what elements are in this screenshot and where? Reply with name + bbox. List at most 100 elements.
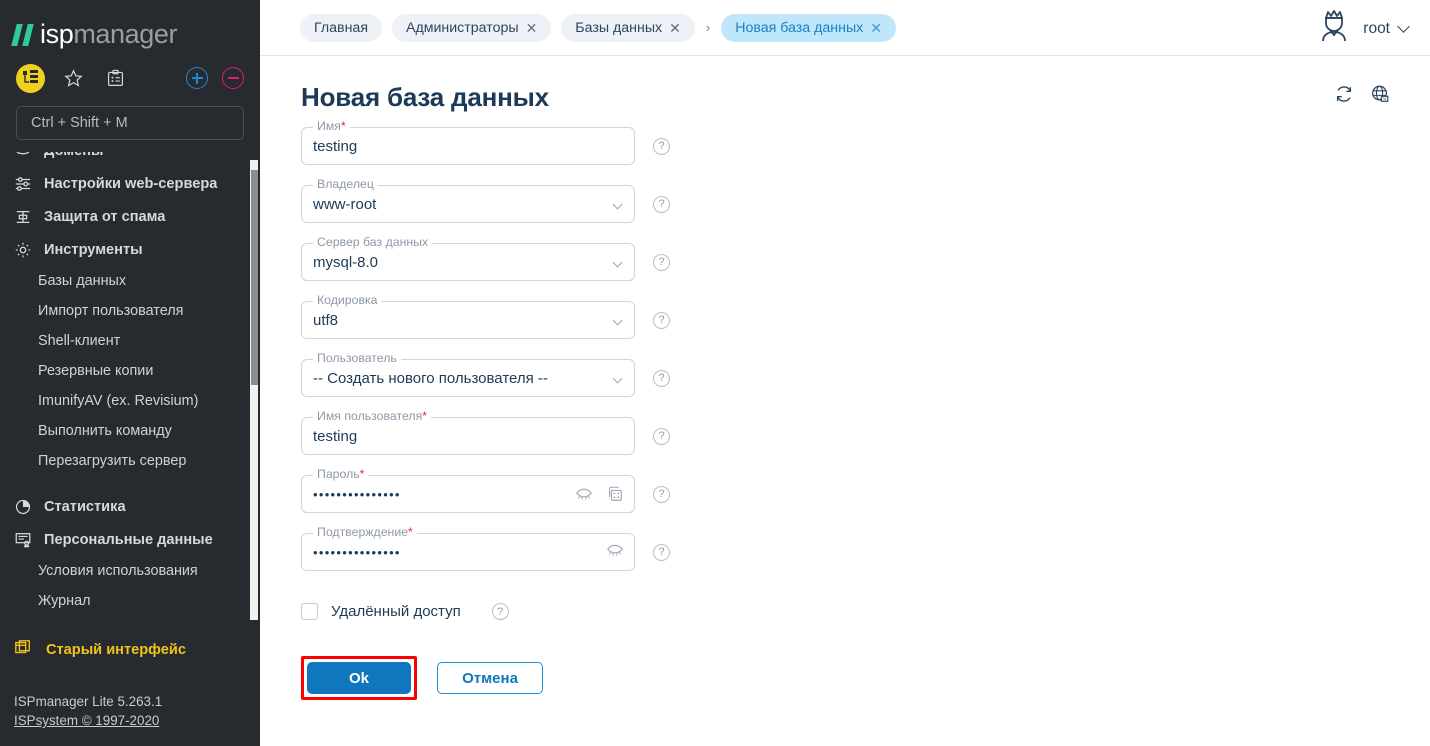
help-icon[interactable]: ? <box>653 137 670 155</box>
help-icon[interactable]: ? <box>653 543 670 561</box>
field-value: testing <box>313 137 358 155</box>
confirm-password-field[interactable]: Подтверждение* ••••••••••••••• <box>301 525 635 571</box>
sidebar-item-reboot-server[interactable]: Перезагрузить сервер <box>0 446 260 476</box>
gear-icon <box>14 241 44 259</box>
breadcrumb-label: Администраторы <box>406 19 519 36</box>
field-row-confirm-password: Подтверждение* ••••••••••••••• ? <box>301 525 1430 571</box>
sidebar-item-web-server-settings[interactable]: Настройки web-сервера <box>0 167 260 200</box>
ok-button[interactable]: Ok <box>307 662 411 694</box>
field-row-username: Имя пользователя* testing ? <box>301 409 1430 455</box>
logo-text-manager: manager <box>73 18 178 49</box>
chevron-down-icon <box>612 373 623 384</box>
field-row-db-server: Сервер баз данных mysql-8.0 ? <box>301 235 1430 281</box>
breadcrumb-tab-databases[interactable]: Базы данных ✕ <box>561 13 695 42</box>
field-row-owner: Владелец www-root ? <box>301 177 1430 223</box>
field-label: Имя* <box>313 119 350 133</box>
password-field[interactable]: Пароль* ••••••••••••••• <box>301 467 635 513</box>
sidebar: isp manager Ctrl + Shift + M Настройки w… <box>0 0 260 746</box>
spam-shield-icon <box>14 208 44 226</box>
sidebar-item-imunifyav[interactable]: ImunifyAV (ex. Revisium) <box>0 386 260 416</box>
breadcrumb-tab-home[interactable]: Главная <box>300 13 382 42</box>
sidebar-item-backups[interactable]: Резервные копии <box>0 356 260 386</box>
field-value: mysql-8.0 <box>313 253 379 271</box>
sidebar-item-run-command[interactable]: Выполнить команду <box>0 416 260 446</box>
search-placeholder: Ctrl + Shift + M <box>31 115 128 131</box>
remote-access-checkbox[interactable] <box>301 603 318 620</box>
chevron-down-icon <box>612 199 623 210</box>
sidebar-item-personal-data[interactable]: Персональные данные <box>0 523 260 556</box>
sidebar-item-domains[interactable]: Домены <box>0 152 260 167</box>
sidebar-label: Журнал <box>38 593 91 609</box>
page-header-actions: ru <box>1334 84 1390 109</box>
sidebar-item-shell-client[interactable]: Shell-клиент <box>0 326 260 356</box>
minus-icon[interactable] <box>222 67 244 89</box>
app-logo[interactable]: isp manager <box>0 0 260 52</box>
star-icon[interactable] <box>59 64 87 92</box>
help-icon[interactable]: ? <box>653 369 670 387</box>
sidebar-label: Инструменты <box>44 241 143 258</box>
help-icon[interactable]: ? <box>653 311 670 329</box>
sidebar-item-terms-of-use[interactable]: Условия использования <box>0 556 260 586</box>
field-value: ••••••••••••••• <box>313 486 401 502</box>
chevron-down-icon <box>612 257 623 268</box>
sliders-icon <box>14 175 44 193</box>
window-switch-icon <box>14 639 32 662</box>
name-field[interactable]: Имя* testing <box>301 119 635 165</box>
globe-icon[interactable]: ru <box>1370 84 1390 109</box>
user-menu[interactable]: root <box>1314 6 1410 51</box>
field-label: Пользователь <box>313 351 401 365</box>
generate-password-icon[interactable] <box>606 485 624 503</box>
field-label: Пароль* <box>313 467 369 481</box>
copyright-link[interactable]: ISPsystem © 1997-2020 <box>14 713 159 728</box>
help-icon[interactable]: ? <box>653 195 670 213</box>
help-icon[interactable]: ? <box>653 485 670 503</box>
sidebar-label: ImunifyAV (ex. Revisium) <box>38 393 199 409</box>
breadcrumb-tab-new-database[interactable]: Новая база данных ✕ <box>721 13 896 42</box>
owner-select[interactable]: Владелец www-root <box>301 177 635 223</box>
user-name: root <box>1363 19 1390 37</box>
avatar <box>1314 6 1354 51</box>
db-server-select[interactable]: Сервер баз данных mysql-8.0 <box>301 235 635 281</box>
field-value: -- Создать нового пользователя -- <box>313 369 548 387</box>
search-input[interactable]: Ctrl + Shift + M <box>16 106 244 140</box>
sidebar-scrollbar-thumb[interactable] <box>251 170 258 385</box>
topbar: Главная Администраторы ✕ Базы данных ✕ ›… <box>260 0 1430 56</box>
sidebar-item-tools[interactable]: Инструменты <box>0 233 260 266</box>
old-interface-label: Старый интерфейс <box>46 642 186 658</box>
close-icon[interactable]: ✕ <box>669 21 681 35</box>
cancel-button[interactable]: Отмена <box>437 662 543 694</box>
page-content: Новая база данных ru Имя* testing ? Влад… <box>260 56 1430 700</box>
sidebar-label: Условия использования <box>38 563 198 579</box>
sidebar-item-statistics[interactable]: Статистика <box>0 490 260 523</box>
charset-select[interactable]: Кодировка utf8 <box>301 293 635 339</box>
close-icon[interactable]: ✕ <box>526 21 538 35</box>
field-row-name: Имя* testing ? <box>301 119 1430 165</box>
eye-icon[interactable] <box>606 543 624 557</box>
help-icon[interactable]: ? <box>653 253 670 271</box>
close-icon[interactable]: ✕ <box>870 21 882 35</box>
sidebar-item-journal[interactable]: Журнал <box>0 586 260 616</box>
breadcrumb: Главная Администраторы ✕ Базы данных ✕ ›… <box>300 13 896 42</box>
sidebar-item-databases[interactable]: Базы данных <box>0 266 260 296</box>
sidebar-label: Настройки web-сервера <box>44 175 218 192</box>
sidebar-label: Импорт пользователя <box>38 303 184 319</box>
menu-tree-icon[interactable] <box>16 63 45 93</box>
breadcrumb-label: Главная <box>314 19 368 36</box>
username-field[interactable]: Имя пользователя* testing <box>301 409 635 455</box>
old-interface-link[interactable]: Старый интерфейс <box>0 636 186 664</box>
breadcrumb-tab-administrators[interactable]: Администраторы ✕ <box>392 13 552 42</box>
ok-button-highlight: Ok <box>301 656 417 700</box>
help-icon[interactable]: ? <box>653 427 670 445</box>
sidebar-item-spam-protection[interactable]: Защита от спама <box>0 200 260 233</box>
user-select[interactable]: Пользователь -- Создать нового пользоват… <box>301 351 635 397</box>
breadcrumb-separator: › <box>705 20 711 35</box>
help-icon[interactable]: ? <box>491 603 509 620</box>
refresh-icon[interactable] <box>1334 84 1354 109</box>
logo-slashes-icon <box>11 22 38 46</box>
sidebar-item-user-import[interactable]: Импорт пользователя <box>0 296 260 326</box>
breadcrumb-label: Новая база данных <box>735 19 864 36</box>
eye-icon[interactable] <box>575 487 593 501</box>
version-text: ISPmanager Lite 5.263.1 <box>14 694 163 709</box>
clipboard-icon[interactable] <box>101 64 129 92</box>
plus-icon[interactable] <box>186 67 208 89</box>
